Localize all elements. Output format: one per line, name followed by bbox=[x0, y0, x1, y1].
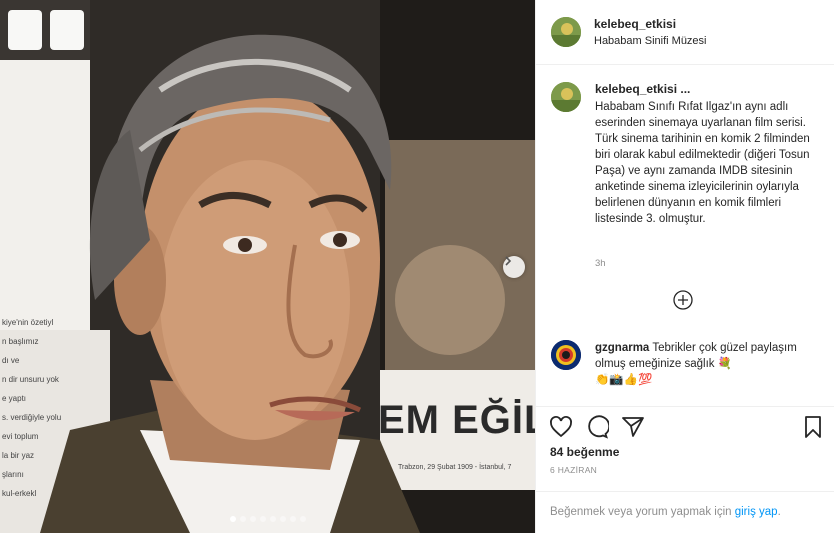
slide-dot bbox=[269, 516, 276, 522]
like-button[interactable] bbox=[549, 415, 573, 439]
post-username[interactable]: kelebeq_etkisi bbox=[594, 17, 676, 31]
background-side-text: kiye'nin özetiyl bbox=[2, 318, 54, 327]
background-side-text: e yaptı bbox=[2, 394, 27, 403]
bookmark-icon bbox=[805, 416, 821, 438]
comment-username[interactable]: gzgnarma bbox=[595, 342, 649, 354]
post-actions: 84 beğenme 6 HAZİRAN Beğenmek veya yorum… bbox=[536, 406, 834, 534]
background-side-text: s. verdiğiyle yolu bbox=[2, 413, 62, 422]
slide-dot bbox=[229, 516, 236, 522]
commenter-avatar[interactable] bbox=[551, 340, 581, 370]
slide-dot bbox=[239, 516, 246, 522]
caption-timestamp: 3h bbox=[595, 258, 606, 269]
avatar[interactable] bbox=[551, 17, 581, 47]
background-sign-footer: Trabzon, 29 Şubat 1909 - İstanbul, 7 bbox=[398, 464, 512, 471]
comment-button[interactable] bbox=[585, 415, 611, 439]
load-more-comments-button[interactable] bbox=[673, 290, 693, 310]
comment: gzgnarma Tebrikler çok güzel paylaşım ol… bbox=[595, 340, 820, 388]
background-side-text: la bir yaz bbox=[2, 451, 35, 460]
background-sign-text: EM EĞİL bbox=[378, 398, 535, 442]
chevron-right-icon bbox=[505, 256, 512, 266]
comment-emojis: 👏📸👍💯 bbox=[595, 374, 653, 386]
login-link[interactable]: giriş yap bbox=[735, 506, 778, 518]
plus-circle-icon bbox=[673, 290, 693, 310]
post-media[interactable]: EM EĞİL Trabzon, 29 Şubat 1909 - İstanbul… bbox=[0, 0, 535, 533]
background-side-text: n dir unsuru yok bbox=[2, 375, 59, 384]
slide-dot bbox=[279, 516, 286, 522]
background-side-text: n başlımız bbox=[2, 337, 39, 346]
slide-indicator bbox=[0, 516, 535, 522]
post-sidebar: kelebeq_etkisi Hababam Sinifi Müzesi kel… bbox=[535, 0, 834, 533]
heart-icon bbox=[550, 416, 572, 438]
slide-dot bbox=[249, 516, 256, 522]
login-prompt-end: . bbox=[777, 506, 781, 518]
caption-text: Hababam Sınıfı Rıfat Ilgaz'ın aynı adlı … bbox=[595, 101, 810, 225]
post-date: 6 HAZİRAN bbox=[550, 465, 598, 475]
comment-icon bbox=[588, 415, 611, 439]
slide-dot bbox=[299, 516, 306, 522]
caption-username[interactable]: kelebeq_etkisi ... bbox=[595, 82, 690, 96]
background-side-text: dı ve bbox=[2, 356, 20, 365]
background-side-text: şlarını bbox=[2, 470, 24, 479]
save-button[interactable] bbox=[801, 415, 825, 439]
next-slide-button[interactable] bbox=[503, 256, 525, 278]
login-prompt: Beğenmek veya yorum yapmak için giriş ya… bbox=[536, 491, 834, 534]
paper-plane-icon bbox=[622, 417, 644, 437]
background-side-text: evi toplum bbox=[2, 432, 39, 441]
caption-avatar[interactable] bbox=[551, 82, 581, 112]
slide-dot bbox=[259, 516, 266, 522]
login-prompt-text: Beğenmek veya yorum yapmak için bbox=[550, 506, 732, 518]
like-count[interactable]: 84 beğenme bbox=[550, 445, 619, 459]
post-header: kelebeq_etkisi Hababam Sinifi Müzesi bbox=[536, 0, 834, 65]
post-location[interactable]: Hababam Sinifi Müzesi bbox=[594, 35, 707, 47]
slide-dot bbox=[289, 516, 296, 522]
background-side-text: kul-erkekl bbox=[2, 489, 37, 498]
bust-photo bbox=[0, 0, 535, 533]
share-button[interactable] bbox=[621, 415, 645, 439]
